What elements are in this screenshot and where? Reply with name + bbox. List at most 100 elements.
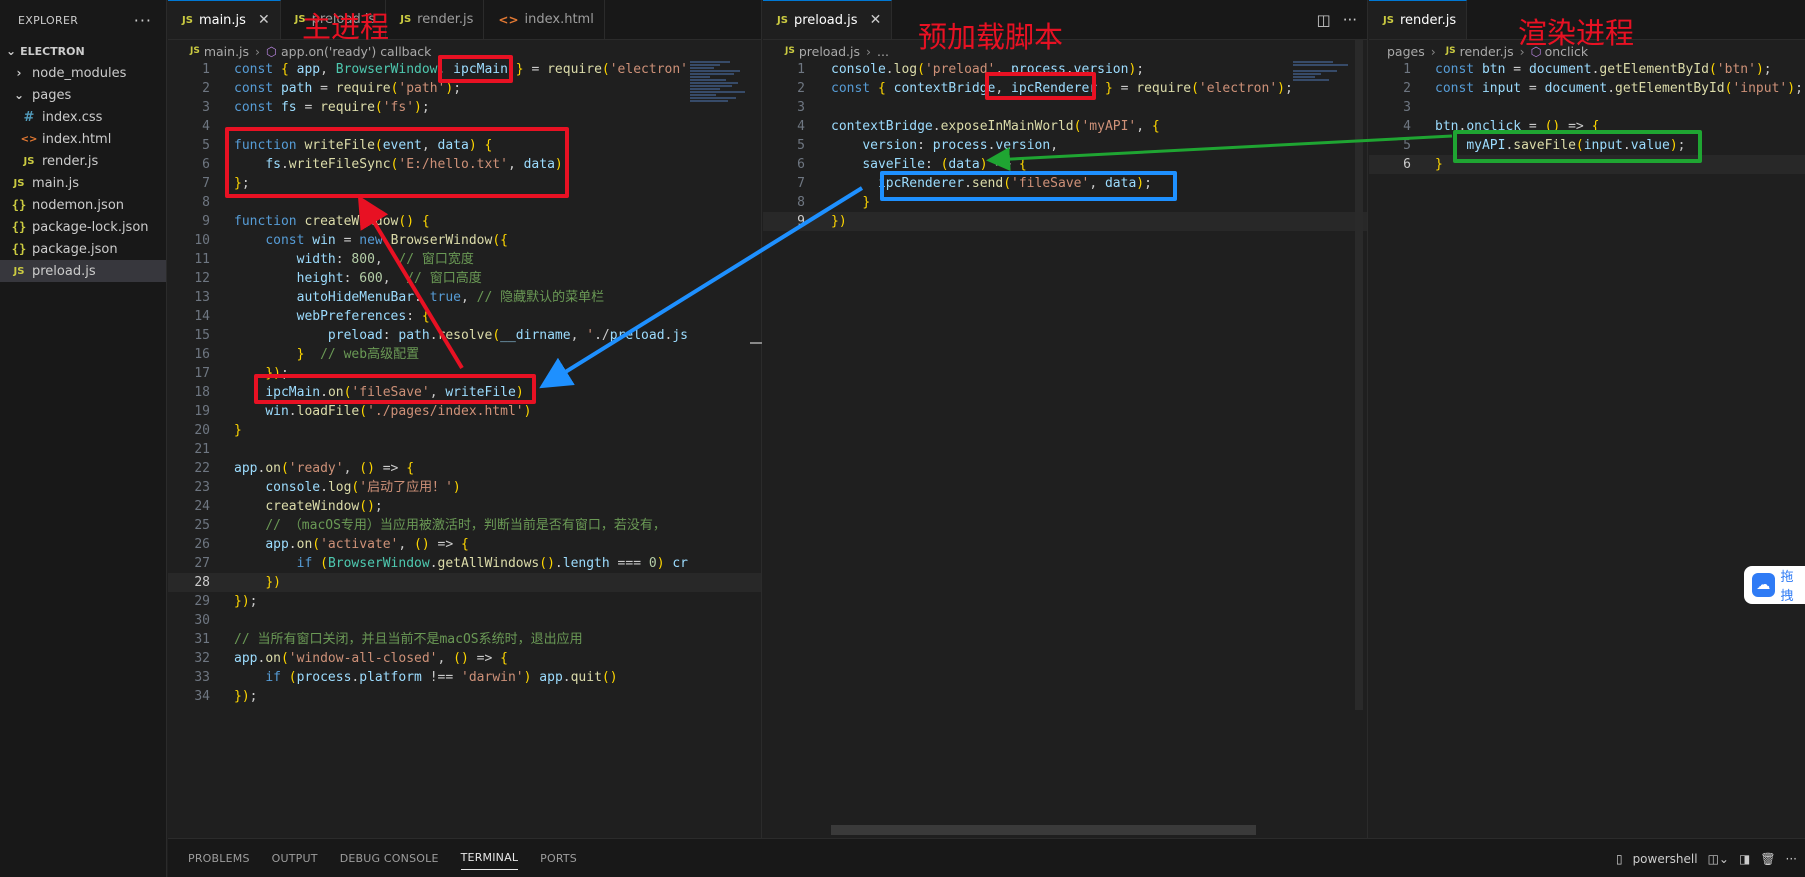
panel-tab-terminal[interactable]: TERMINAL [460, 846, 519, 870]
code-line[interactable]: 14 webPreferences: { [168, 307, 761, 326]
horizontal-scrollbar[interactable] [831, 825, 1256, 835]
close-icon[interactable]: ✕ [258, 12, 270, 28]
code-line[interactable]: 31 // 当所有窗口关闭，并且当前不是macOS系统时，退出应用 [168, 630, 761, 649]
code-text: } [234, 423, 242, 438]
tab-preload-js[interactable]: JS preload.js ✕ [763, 0, 893, 39]
code-line[interactable]: 23 console.log('启动了应用！') [168, 478, 761, 497]
code-line[interactable]: 3 [763, 98, 1367, 117]
code-text: const win = new BrowserWindow({ [265, 233, 508, 248]
highlight-ipcrenderer-send [880, 171, 1177, 201]
panel-actions: ▯ powershell ◫⌄ ◨ 🗑 ··· [1616, 839, 1797, 877]
code-line[interactable]: 9 function createWindow() { [168, 212, 761, 231]
code-line[interactable]: 9}) [763, 212, 1367, 231]
tree-item[interactable]: JS render.js [0, 150, 166, 172]
code-line[interactable]: 3 const fs = require('fs'); [168, 98, 761, 117]
code-line[interactable]: 20} [168, 421, 761, 440]
line-number: 4 [1403, 119, 1411, 134]
code-line[interactable]: 12 height: 600, // 窗口高度 [168, 269, 761, 288]
layout-icon[interactable]: ◨ [1739, 852, 1750, 866]
code-line[interactable]: 10 const win = new BrowserWindow({ [168, 231, 761, 250]
editor-group-preload: JS preload.js ✕ ◫ ··· JS preload.js › ... … [763, 0, 1368, 838]
workspace-root[interactable]: ⌄ ELECTRON [0, 40, 166, 62]
tree-item[interactable]: JS main.js [0, 172, 166, 194]
code-line[interactable]: 19 win.loadFile('./pages/index.html') [168, 402, 761, 421]
code-text: }) [831, 214, 847, 229]
code-line[interactable]: 3 [1369, 98, 1805, 117]
line-number: 1 [1403, 62, 1411, 77]
tree-item-label: render.js [42, 153, 99, 169]
json-file-icon: {} [11, 220, 27, 234]
minimap[interactable] [690, 60, 758, 140]
tree-item-label: index.css [42, 109, 103, 125]
code-line[interactable]: 34}); [168, 687, 761, 706]
breadcrumb-file[interactable]: render.js [1460, 44, 1514, 59]
code-line[interactable]: 27 if (BrowserWindow.getAllWindows().len… [168, 554, 761, 573]
code-line[interactable]: 33 if (process.platform !== 'darwin') ap… [168, 668, 761, 687]
code-line[interactable]: 21 [168, 440, 761, 459]
code-text: height: 600, // 窗口高度 [296, 271, 482, 286]
widget-label: 拖拽 [1780, 570, 1794, 604]
code-line[interactable]: 26 app.on('activate', () => { [168, 535, 761, 554]
code-line[interactable]: 24 createWindow(); [168, 497, 761, 516]
shell-name[interactable]: powershell [1633, 852, 1698, 866]
floating-drag-widget[interactable]: ☁ 拖拽 [1744, 566, 1805, 604]
line-number: 8 [797, 195, 805, 210]
line-number: 19 [194, 404, 210, 419]
tree-item[interactable]: {} nodemon.json [0, 194, 166, 216]
tree-item[interactable]: {} package-lock.json [0, 216, 166, 238]
line-number: 24 [194, 499, 210, 514]
tree-item[interactable]: <> index.html [0, 128, 166, 150]
more-actions-icon[interactable]: ··· [1786, 852, 1797, 866]
tab-render-js[interactable]: JS render.js [386, 0, 485, 39]
tab-render-js[interactable]: JS render.js [1369, 0, 1468, 39]
tree-item[interactable]: JS preload.js [0, 260, 166, 282]
function-icon: ⬡ [266, 43, 277, 59]
code-line[interactable]: 2 const input = document.getElementById('… [1369, 79, 1805, 98]
code-line[interactable]: 5 version: process.version, [763, 136, 1367, 155]
code-line[interactable]: 11 width: 800, // 窗口宽度 [168, 250, 761, 269]
tree-item[interactable]: {} package.json [0, 238, 166, 260]
code-text: } [862, 195, 871, 210]
code-line[interactable]: 25 // （macOS专用）当应用被激活时，判断当前是否有窗口，若没有， [168, 516, 761, 535]
tab-main-js[interactable]: JS main.js ✕ [168, 0, 281, 39]
code-line[interactable]: 32 app.on('window-all-closed', () => { [168, 649, 761, 668]
minimap[interactable] [1293, 60, 1361, 100]
line-number: 5 [797, 138, 805, 153]
code-line[interactable]: 28 }) [168, 573, 761, 592]
code-line[interactable]: 22 app.on('ready', () => { [168, 459, 761, 478]
close-icon[interactable]: ✕ [870, 12, 882, 28]
tree-item[interactable]: ⌄ pages [0, 84, 166, 106]
breadcrumb-symbol[interactable]: ... [877, 44, 889, 59]
bottom-panel: PROBLEMS OUTPUT DEBUG CONSOLE TERMINAL P… [168, 838, 1805, 877]
code-line[interactable]: 16 } // web高级配置 [168, 345, 761, 364]
code-line[interactable]: 29}); [168, 592, 761, 611]
more-actions-icon[interactable]: ··· [134, 11, 152, 30]
breadcrumb-file[interactable]: preload.js [799, 44, 860, 59]
split-terminal-icon[interactable]: ◫⌄ [1708, 852, 1729, 866]
annotation-render-process: 渲染进程 [1518, 16, 1635, 50]
panel-tab-ports[interactable]: PORTS [540, 846, 577, 870]
panel-tab-output[interactable]: OUTPUT [272, 846, 318, 870]
split-editor-icon[interactable]: ◫ [1317, 11, 1331, 29]
tab-index-html[interactable]: <> index.html [484, 0, 605, 39]
panel-tab-problems[interactable]: PROBLEMS [188, 846, 250, 870]
breadcrumb-folder[interactable]: pages [1387, 44, 1425, 59]
tree-item[interactable]: # index.css [0, 106, 166, 128]
line-number: 8 [202, 195, 210, 210]
code-line[interactable]: 4 contextBridge.exposeInMainWorld('myAPI'… [763, 117, 1367, 136]
code-line[interactable]: 1 const btn = document.getElementById('bt… [1369, 60, 1805, 79]
tree-item[interactable]: › node_modules [0, 62, 166, 84]
breadcrumb-file[interactable]: main.js [204, 44, 249, 59]
tree-item-label: pages [32, 87, 72, 103]
trash-icon[interactable]: 🗑 [1760, 852, 1775, 866]
more-actions-icon[interactable]: ··· [1343, 11, 1357, 29]
vertical-scrollbar[interactable] [1355, 40, 1363, 710]
code-line[interactable]: 13 autoHideMenuBar: true, // 隐藏默认的菜单栏 [168, 288, 761, 307]
line-number: 29 [194, 594, 210, 609]
code-line[interactable]: 15 preload: path.resolve(__dirname, './p… [168, 326, 761, 345]
editor-actions: ◫ ··· [1317, 0, 1358, 40]
panel-tab-debug-console[interactable]: DEBUG CONSOLE [340, 846, 439, 870]
code-text: if (BrowserWindow.getAllWindows().length… [296, 556, 688, 571]
tab-bar: JS main.js ✕ JS preload.js JS render.js <> in… [168, 0, 761, 40]
code-line[interactable]: 30 [168, 611, 761, 630]
